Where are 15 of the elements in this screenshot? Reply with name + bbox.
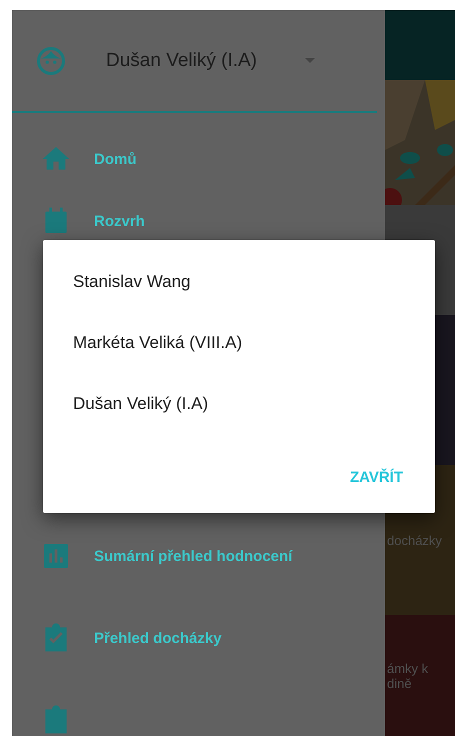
account-option[interactable]: Markéta Veliká (VIII.A) (43, 331, 435, 392)
account-option[interactable]: Dušan Veliký (I.A) (43, 392, 435, 453)
menu-item[interactable]: Přehled docházky (94, 630, 222, 646)
tile[interactable]: ámky k dině (385, 615, 455, 736)
tile-label: dině (386, 676, 412, 690)
tile-label: docházky (386, 532, 443, 548)
account-name[interactable]: Dušan Veliký (I.A) (106, 50, 257, 72)
menu-item[interactable]: Domů (94, 150, 136, 168)
face-icon (36, 46, 66, 76)
menu-item[interactable]: Sumární přehled hodnocení (94, 548, 292, 564)
dropdown-caret-icon[interactable] (305, 58, 315, 63)
tile[interactable] (385, 10, 455, 80)
account-option[interactable]: Stanislav Wang (43, 270, 435, 331)
tile-label: ámky k (386, 660, 430, 676)
menu-item[interactable]: Rozvrh (94, 212, 145, 230)
